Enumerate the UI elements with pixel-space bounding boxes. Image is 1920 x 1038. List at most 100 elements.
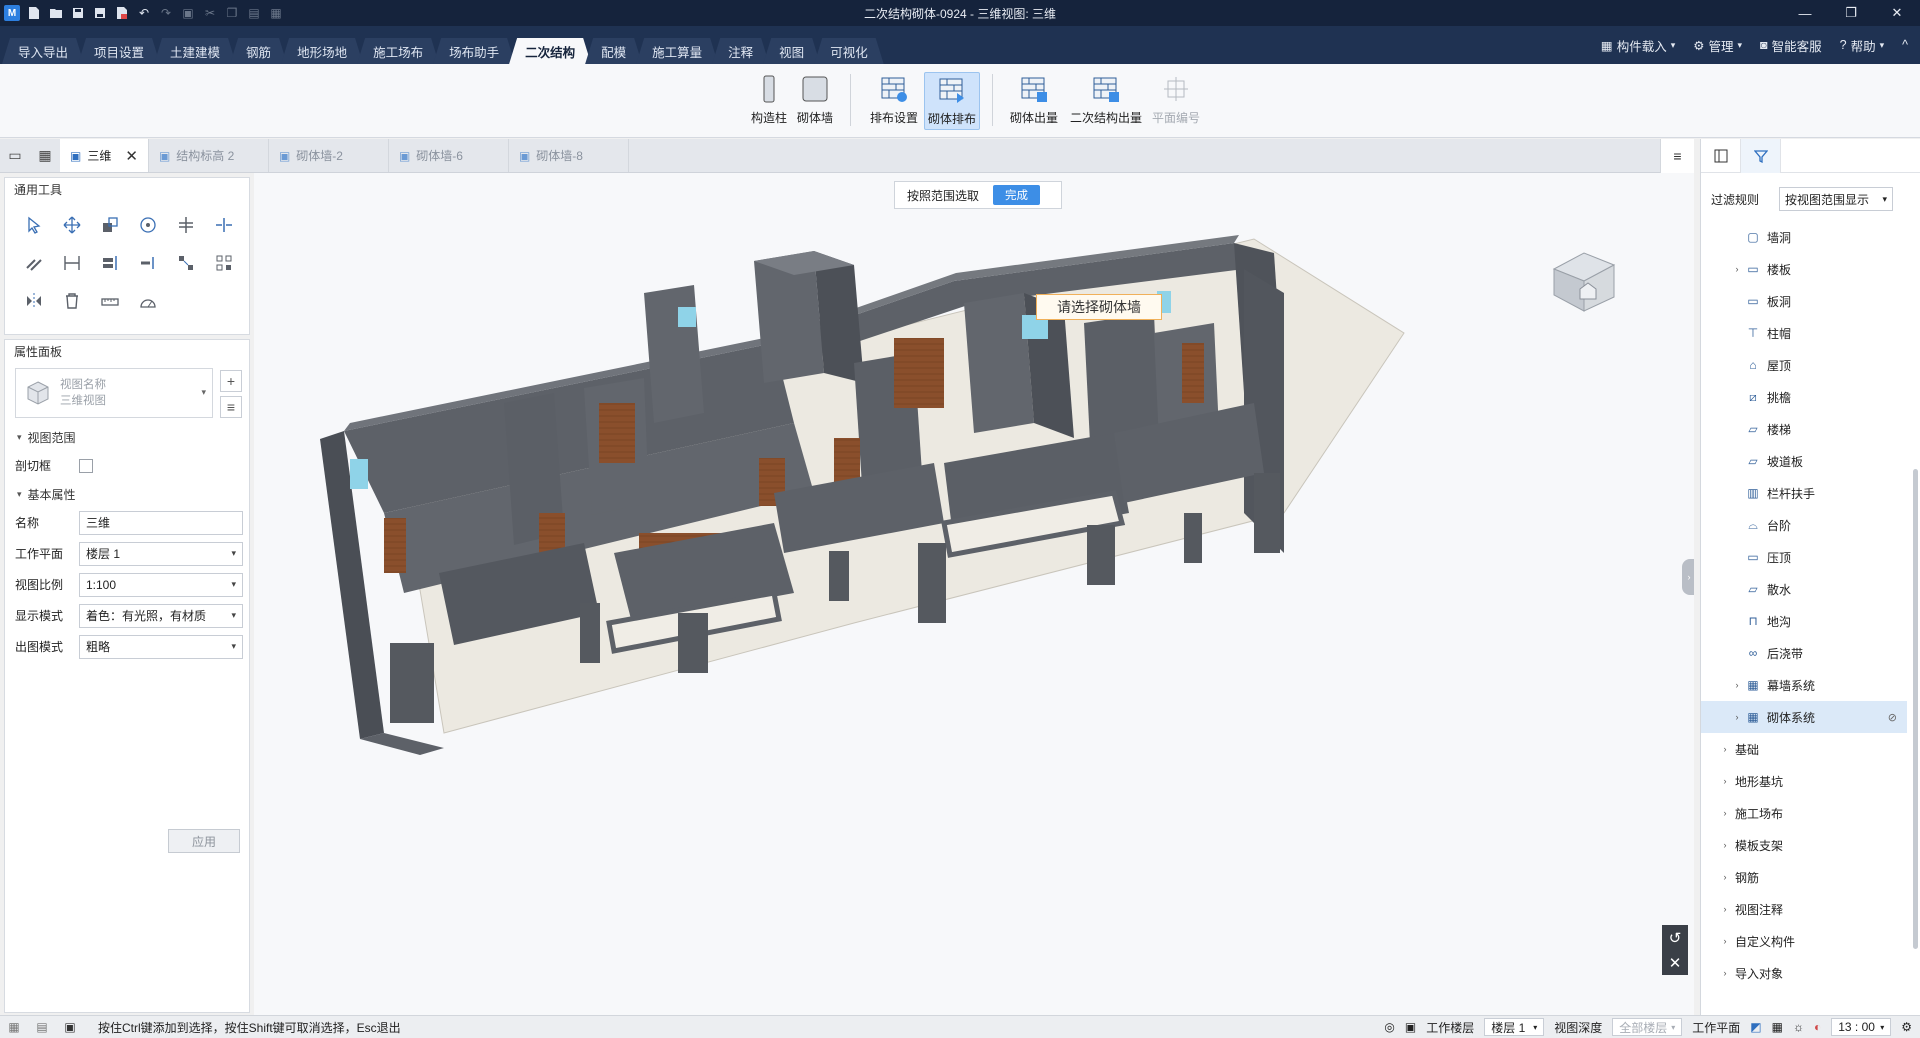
- zoom-fit-icon[interactable]: ◎: [1384, 1020, 1394, 1034]
- 3d-viewport[interactable]: 按照范围选取 完成 请选择砌体墙 ↺ ✕ ›: [254, 173, 1694, 1015]
- view-range-section[interactable]: ▾ 视图范围: [5, 424, 249, 450]
- minimize-button[interactable]: —: [1782, 0, 1828, 26]
- select-icon[interactable]: ▣: [180, 5, 196, 21]
- measure-icon[interactable]: [91, 282, 129, 320]
- open-folder-icon[interactable]: [48, 5, 64, 21]
- tree-item[interactable]: ⊓ 地沟: [1701, 605, 1907, 637]
- ribbon-tab[interactable]: 施工场布: [357, 38, 439, 64]
- view-cube-icon[interactable]: [1544, 249, 1624, 319]
- save-icon[interactable]: [70, 5, 86, 21]
- rotate-icon[interactable]: [129, 206, 167, 244]
- chevron-right-icon[interactable]: ›: [1719, 808, 1731, 818]
- split-icon[interactable]: [205, 206, 243, 244]
- snapshot-icon[interactable]: ▣: [1405, 1020, 1416, 1034]
- mirror-icon[interactable]: [15, 282, 53, 320]
- tree-item[interactable]: ▱ 坡道板: [1701, 445, 1907, 477]
- tree-item[interactable]: ▭ 压顶: [1701, 541, 1907, 573]
- chevron-right-icon[interactable]: ›: [1719, 936, 1731, 946]
- extend-icon[interactable]: [91, 244, 129, 282]
- view-settings-button[interactable]: ≡: [220, 396, 242, 418]
- work-plane-select[interactable]: 楼层 1 ▾: [79, 541, 243, 566]
- app-logo-icon[interactable]: M: [4, 5, 20, 21]
- tab-structure-level[interactable]: ▣ 结构标高 2: [149, 139, 269, 172]
- break-icon[interactable]: [129, 244, 167, 282]
- match-icon[interactable]: ▦: [268, 5, 284, 21]
- trim-icon[interactable]: [167, 206, 205, 244]
- done-button[interactable]: 完成: [993, 185, 1041, 205]
- name-input[interactable]: 三维: [79, 510, 243, 535]
- tree-group[interactable]: › 施工场布: [1701, 797, 1907, 829]
- align-icon[interactable]: [53, 244, 91, 282]
- join-icon[interactable]: [167, 244, 205, 282]
- ribbon-tab[interactable]: 土建建模: [154, 38, 236, 64]
- output-mode-select[interactable]: 粗略 ▾: [79, 634, 243, 659]
- masonry-wall-button[interactable]: 砌体墙: [787, 72, 843, 130]
- hide-icon[interactable]: ⊘: [1888, 711, 1897, 724]
- masonry-quantity-button[interactable]: 砌体出量: [1006, 72, 1062, 130]
- redo-icon[interactable]: ↷: [158, 5, 174, 21]
- building-3d-model[interactable]: [254, 173, 1694, 1015]
- chevron-right-icon[interactable]: ›: [1731, 264, 1743, 274]
- tree-item[interactable]: ▱ 楼梯: [1701, 413, 1907, 445]
- tree-item[interactable]: ⊤ 柱帽: [1701, 317, 1907, 349]
- close-window-button[interactable]: ✕: [1874, 0, 1920, 26]
- ribbon-tab[interactable]: 配模: [585, 38, 642, 64]
- save-as-icon[interactable]: [92, 5, 108, 21]
- tree-item[interactable]: ⧄ 挑檐: [1701, 381, 1907, 413]
- masonry-layout-button[interactable]: 砌体排布: [924, 72, 980, 130]
- collapse-ribbon-icon[interactable]: ^: [1902, 38, 1908, 52]
- tree-group[interactable]: › 钢筋: [1701, 861, 1907, 893]
- panel-layout-icon[interactable]: [1701, 138, 1741, 173]
- ribbon-tab[interactable]: 二次结构: [509, 38, 591, 64]
- chevron-right-icon[interactable]: ›: [1719, 776, 1731, 786]
- copy-element-icon[interactable]: [91, 206, 129, 244]
- work-plane-icon[interactable]: ◩: [1750, 1020, 1761, 1034]
- select-pointer-icon[interactable]: [15, 206, 53, 244]
- tree-group[interactable]: › 导入对象: [1701, 957, 1907, 989]
- ribbon-tab[interactable]: 视图: [763, 38, 820, 64]
- tab-masonry-wall-8[interactable]: ▣ 砌体墙-8: [509, 139, 629, 172]
- range-select-label[interactable]: 按照范围选取: [907, 187, 979, 204]
- sun-time-select[interactable]: 13 : 00 ▾: [1831, 1018, 1892, 1036]
- component-load-menu[interactable]: ▦ 构件载入 ▾: [1601, 36, 1675, 55]
- ribbon-tab[interactable]: 地形场地: [281, 38, 363, 64]
- array-icon[interactable]: [205, 244, 243, 282]
- section-box-checkbox[interactable]: [79, 458, 93, 473]
- exit-view-icon[interactable]: ✕: [1669, 954, 1682, 972]
- chevron-right-icon[interactable]: ›: [1719, 968, 1731, 978]
- tree-item[interactable]: ▢ 墙洞: [1701, 221, 1907, 253]
- ribbon-tab[interactable]: 场布助手: [433, 38, 515, 64]
- grid-view-icon[interactable]: ▦: [0, 1020, 28, 1034]
- tile-view-icon[interactable]: ▦: [30, 139, 60, 172]
- scrollbar[interactable]: [1913, 469, 1918, 949]
- view-depth-select[interactable]: 全部楼层 ▾: [1612, 1018, 1683, 1036]
- apply-button[interactable]: 应用: [168, 829, 240, 853]
- tree-item[interactable]: ▥ 栏杆扶手: [1701, 477, 1907, 509]
- close-tab-icon[interactable]: ✕: [125, 147, 138, 165]
- export-pdf-icon[interactable]: [114, 5, 130, 21]
- undo-icon[interactable]: ↶: [136, 5, 152, 21]
- restore-button[interactable]: ❐: [1828, 0, 1874, 26]
- basic-properties-section[interactable]: ▾ 基本属性: [5, 481, 249, 507]
- tree-group[interactable]: › 自定义构件: [1701, 925, 1907, 957]
- filter-icon[interactable]: [1741, 138, 1781, 173]
- ribbon-tab[interactable]: 施工算量: [636, 38, 718, 64]
- chevron-right-icon[interactable]: ›: [1719, 872, 1731, 882]
- angle-icon[interactable]: [129, 282, 167, 320]
- reset-view-icon[interactable]: ↺: [1669, 929, 1682, 947]
- chevron-right-icon[interactable]: ›: [1719, 840, 1731, 850]
- tree-item[interactable]: › ▦ 砌体系统 ⊘: [1701, 701, 1907, 733]
- manage-menu[interactable]: ⚙ 管理 ▾: [1693, 36, 1742, 55]
- plan-numbering-button[interactable]: 平面编号: [1148, 72, 1204, 130]
- sun-icon[interactable]: ☼: [1793, 1020, 1804, 1034]
- new-file-icon[interactable]: [26, 5, 42, 21]
- add-view-button[interactable]: +: [220, 370, 242, 392]
- chevron-right-icon[interactable]: ›: [1719, 904, 1731, 914]
- display-mode-select[interactable]: 着色：有光照，有材质 ▾: [79, 603, 243, 628]
- tab-list-menu-icon[interactable]: ≡: [1660, 139, 1694, 173]
- filter-rule-select[interactable]: 按视图范围显示 ▾: [1779, 187, 1894, 211]
- ribbon-tab[interactable]: 注释: [712, 38, 769, 64]
- delete-icon[interactable]: [53, 282, 91, 320]
- window-icon[interactable]: ▭: [0, 139, 30, 172]
- paste-icon[interactable]: ▤: [246, 5, 262, 21]
